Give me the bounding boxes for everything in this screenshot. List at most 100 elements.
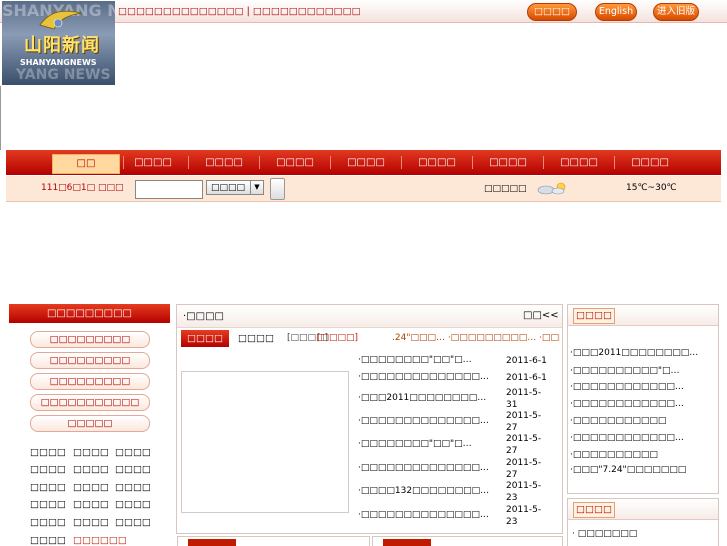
tab-news-active[interactable]: □□□□ <box>181 330 229 347</box>
language-button-cn[interactable]: □□□□ <box>527 3 577 21</box>
right-news-item[interactable]: ·□□□□□□□□□□□ <box>570 416 716 426</box>
nav-item[interactable]: □□□□ <box>262 150 328 175</box>
temperature: 15℃~30℃ <box>626 183 677 193</box>
right-panel-title[interactable]: □□□□ <box>573 308 615 324</box>
news-row[interactable]: ·□□□□□□□□"□□"□… 2011-5-27 <box>358 433 558 457</box>
news-title[interactable]: ·□□□□□□□□□□□□□□… <box>358 372 504 382</box>
grid-link[interactable]: □□□□ <box>30 482 66 493</box>
grid-link[interactable]: □□□□ <box>73 499 109 510</box>
right-news-item[interactable]: ·□□□2011□□□□□□□□… <box>570 348 716 358</box>
news-title[interactable]: ·□□□□□□□□"□□"□… <box>358 355 504 365</box>
left-link-button[interactable]: □□□□□□□□□ <box>30 373 150 390</box>
news-title[interactable]: ·□□□□132□□□□□□□□… <box>358 486 504 496</box>
grid-link[interactable]: □□□□ <box>30 535 66 546</box>
divider <box>0 86 1 150</box>
grid-link[interactable]: □□□□ <box>115 499 151 510</box>
site-logo[interactable]: SHANYANG N 山阳新闻 SHANYANGNEWS YANG NEWS <box>2 1 115 85</box>
grid-link[interactable]: □□□□ <box>115 517 151 528</box>
nav-item[interactable]: □□□□ <box>546 150 612 175</box>
nav-item[interactable]: □□□□ <box>333 150 399 175</box>
news-date: 2011-5-27 <box>506 434 542 456</box>
news-date: 2011-6-1 <box>506 356 547 366</box>
nav-item-home[interactable]: □□ <box>52 154 120 174</box>
nav-separator <box>472 156 473 169</box>
logo-chinese-text: 山阳新闻 <box>24 35 100 56</box>
news-title[interactable]: ·□□□2011□□□□□□□□… <box>358 393 504 403</box>
nav-item[interactable]: □□□□ <box>120 150 186 175</box>
weather-label: □□□□□ <box>484 184 527 194</box>
right-news-item[interactable]: ·□□□"7.24"□□□□□□□ <box>570 465 716 474</box>
grid-link[interactable]: □□□□ <box>30 499 66 510</box>
current-date: 111□6□1□ □□□ <box>41 183 124 193</box>
grid-link[interactable]: □□□□ <box>30 447 66 458</box>
nav-item[interactable]: □□□□ <box>617 150 683 175</box>
news-panel-title: ·□□□□ <box>183 311 224 322</box>
nav-item[interactable]: □□□□ <box>404 150 470 175</box>
nav-separator <box>330 156 331 169</box>
left-link-button[interactable]: □□□□□ <box>30 415 150 432</box>
grid-link[interactable]: □□□□ <box>115 447 151 458</box>
news-date: 2011-5-23 <box>506 481 542 503</box>
more-link[interactable]: □□<< <box>523 310 559 321</box>
right-panel-2-header: □□□□ <box>568 499 718 520</box>
right-news-item[interactable]: ·□□□□□□□□□□□□… <box>570 382 716 392</box>
right-panel-2-title[interactable]: □□□□ <box>573 502 615 518</box>
search-category-select[interactable]: □□□□ ▼ <box>206 180 264 195</box>
nav-item[interactable]: □□□□ <box>475 150 541 175</box>
left-panel: □□□□□□□□□ □□□□□□□□□ □□□□□□□□□ □□□□□□□□□ … <box>9 304 170 546</box>
search-button[interactable] <box>270 178 285 200</box>
news-date: 2011-5-31 <box>506 388 542 410</box>
news-title[interactable]: ·□□□□□□□□□□□□□□… <box>358 463 504 473</box>
grid-link[interactable]: □□□□ <box>73 517 109 528</box>
right-panel-2-item[interactable]: · □□□□□□□ <box>572 529 718 539</box>
english-button[interactable]: English <box>595 3 637 21</box>
left-link-button[interactable]: □□□□□□□□□ <box>30 331 150 348</box>
grid-link-highlight[interactable]: □□□□□□ <box>73 535 127 546</box>
right-news-panel: □□□□ ·□□□2011□□□□□□□□… ·□□□□□□□□□□"□… ·□… <box>567 304 719 494</box>
news-title[interactable]: ·□□□□□□□□"□□"□… <box>358 439 504 449</box>
logo-bird-icon <box>39 10 83 30</box>
news-date: 2011-5-27 <box>506 411 542 433</box>
grid-link[interactable]: □□□□ <box>73 447 109 458</box>
chevron-down-icon[interactable]: ▼ <box>250 181 263 194</box>
tab-news[interactable]: □□□□ <box>235 330 277 347</box>
search-input[interactable] <box>135 180 203 199</box>
news-row[interactable]: ·□□□2011□□□□□□□□… 2011-5-31 <box>358 387 558 411</box>
grid-link[interactable]: □□□□ <box>30 464 66 475</box>
news-photo[interactable] <box>181 371 349 513</box>
left-link-button[interactable]: □□□□□□□□□ <box>30 352 150 369</box>
left-link-button[interactable]: □□□□□□□□□□□ <box>30 394 150 411</box>
old-version-button[interactable]: 进入旧版 <box>653 3 699 21</box>
news-row[interactable]: ·□□□□□□□□□□□□□□… 2011-5-27 <box>358 410 558 434</box>
right-panel-2: □□□□ · □□□□□□□ <box>567 498 719 546</box>
news-row[interactable]: ·□□□□□□□□□□□□□□… 2011-5-23 <box>358 504 558 528</box>
main-nav: □□ □□□□ □□□□ □□□□ □□□□ □□□□ □□□□ □□□□ □□… <box>6 150 721 175</box>
grid-link[interactable]: □□□□ <box>73 464 109 475</box>
grid-link[interactable]: □□□□ <box>30 517 66 528</box>
nav-separator <box>259 156 260 169</box>
grid-link[interactable]: □□□□ <box>115 464 151 475</box>
nav-separator <box>614 156 615 169</box>
select-value: □□□□ <box>211 183 246 193</box>
grid-link[interactable]: □□□□ <box>73 482 109 493</box>
right-panel-header: □□□□ <box>568 305 718 326</box>
news-title[interactable]: ·□□□□□□□□□□□□□□… <box>358 416 504 426</box>
news-panel-header: ·□□□□ □□<< <box>177 305 562 328</box>
grid-link[interactable]: □□□□ <box>115 482 151 493</box>
tag-link[interactable]: [□□□□] <box>317 333 358 343</box>
right-news-item[interactable]: ·□□□□□□□□□□"□… <box>570 366 716 376</box>
news-date: 2011-5-27 <box>506 458 542 480</box>
right-news-item[interactable]: ·□□□□□□□□□□□□… <box>570 433 716 443</box>
news-panel: ·□□□□ □□<< □□□□ □□□□ [□□□□] [□□□□] .24"□… <box>176 304 563 534</box>
right-news-item[interactable]: ·□□□□□□□□□□ <box>570 450 716 460</box>
nav-item[interactable]: □□□□ <box>191 150 257 175</box>
news-title[interactable]: ·□□□□□□□□□□□□□□… <box>358 510 504 520</box>
news-date: 2011-5-23 <box>506 505 542 527</box>
right-news-item[interactable]: ·□□□□□□□□□□□□… <box>570 399 716 409</box>
nav-separator <box>401 156 402 169</box>
top-links[interactable]: □□□□□□□□□□□□□□ | □□□□□□□□□□□□ <box>118 6 361 17</box>
news-marquee[interactable]: .24"□□□… ·□□□□□□□□□… ·□□□□□□0 <box>392 333 560 343</box>
news-date: 2011-6-1 <box>506 373 547 383</box>
news-row[interactable]: ·□□□□132□□□□□□□□… 2011-5-23 <box>358 480 558 504</box>
news-row[interactable]: ·□□□□□□□□□□□□□□… 2011-5-27 <box>358 457 558 481</box>
